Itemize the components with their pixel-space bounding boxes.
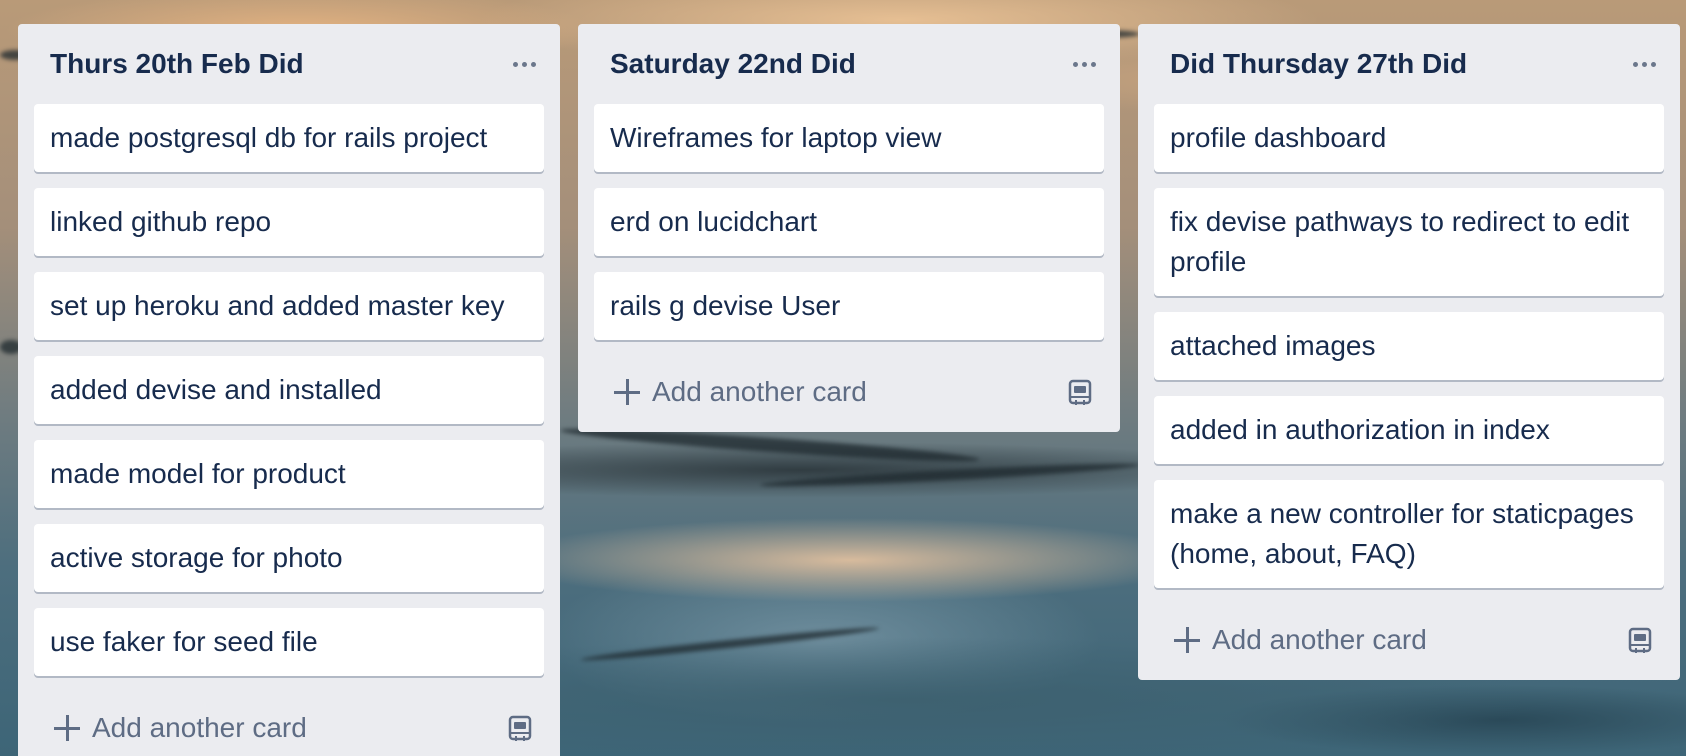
board-canvas: Thurs 20th Feb Did made postgresql db fo…	[0, 0, 1686, 756]
list-saturday-22nd: Saturday 22nd Did Wireframes for laptop …	[578, 24, 1120, 432]
card[interactable]: set up heroku and added master key	[34, 272, 544, 340]
card[interactable]: Wireframes for laptop view	[594, 104, 1104, 172]
plus-icon	[54, 715, 80, 741]
card-template-icon[interactable]	[1062, 374, 1098, 410]
add-card-row: Add another card	[594, 352, 1104, 432]
card[interactable]: made postgresql db for rails project	[34, 104, 544, 172]
list-header: Thurs 20th Feb Did	[34, 24, 544, 104]
card[interactable]: profile dashboard	[1154, 104, 1664, 172]
list-header: Saturday 22nd Did	[594, 24, 1104, 104]
card[interactable]: made model for product	[34, 440, 544, 508]
more-horizontal-icon[interactable]	[504, 44, 544, 84]
background-ripple	[580, 624, 880, 664]
add-card-button[interactable]: Add another card	[1174, 624, 1427, 656]
plus-icon	[614, 379, 640, 405]
add-card-label: Add another card	[1212, 624, 1427, 655]
card-template-icon[interactable]	[502, 710, 538, 746]
card[interactable]: active storage for photo	[34, 524, 544, 592]
card[interactable]: linked github repo	[34, 188, 544, 256]
list-title[interactable]: Thurs 20th Feb Did	[50, 48, 304, 80]
add-card-button[interactable]: Add another card	[54, 712, 307, 744]
list-title[interactable]: Did Thursday 27th Did	[1170, 48, 1467, 80]
add-card-row: Add another card	[1154, 600, 1664, 680]
background-ripple	[759, 460, 1141, 490]
card[interactable]: added in authorization in index	[1154, 396, 1664, 464]
card[interactable]: added devise and installed	[34, 356, 544, 424]
more-horizontal-icon[interactable]	[1624, 44, 1664, 84]
add-card-label: Add another card	[652, 376, 867, 407]
card[interactable]: erd on lucidchart	[594, 188, 1104, 256]
plus-icon	[1174, 627, 1200, 653]
list-title[interactable]: Saturday 22nd Did	[610, 48, 856, 80]
add-card-button[interactable]: Add another card	[614, 376, 867, 408]
more-horizontal-icon[interactable]	[1064, 44, 1104, 84]
list-header: Did Thursday 27th Did	[1154, 24, 1664, 104]
card[interactable]: make a new controller for staticpages (h…	[1154, 480, 1664, 588]
card-template-icon[interactable]	[1622, 622, 1658, 658]
add-card-row: Add another card	[34, 688, 544, 756]
add-card-label: Add another card	[92, 712, 307, 743]
card[interactable]: fix devise pathways to redirect to edit …	[1154, 188, 1664, 296]
list-thurs-20th: Thurs 20th Feb Did made postgresql db fo…	[18, 24, 560, 756]
card[interactable]: rails g devise User	[594, 272, 1104, 340]
list-thursday-27th: Did Thursday 27th Did profile dashboard …	[1138, 24, 1680, 680]
card[interactable]: use faker for seed file	[34, 608, 544, 676]
card[interactable]: attached images	[1154, 312, 1664, 380]
